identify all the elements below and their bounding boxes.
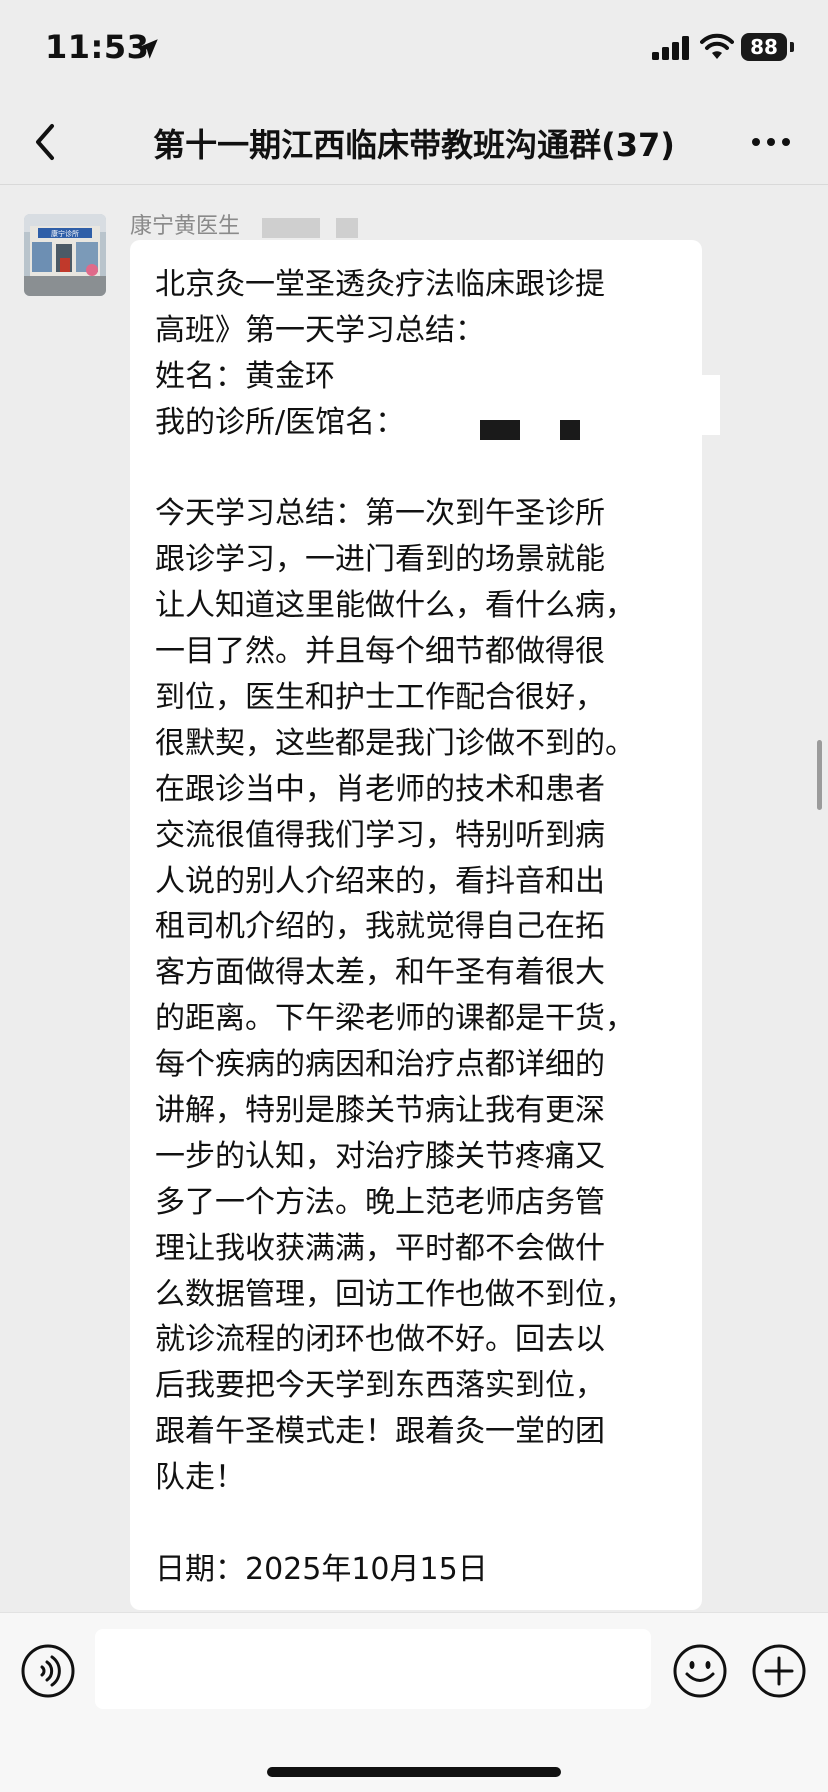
message-line: 一目了然。并且每个细节都做得很	[155, 634, 605, 670]
message-line: 么数据管理，回访工作也做不到位，	[155, 1276, 635, 1312]
message-line: 一步的认知，对治疗膝关节疼痛又	[155, 1138, 605, 1174]
message-line: 跟诊学习，一进门看到的场景就能	[155, 542, 605, 578]
redaction-ghost	[640, 375, 720, 435]
plus-icon[interactable]	[751, 1643, 807, 1699]
message-line: 跟着午圣模式走！跟着灸一堂的团	[155, 1414, 605, 1450]
message-line: 租司机介绍的，我就觉得自己在拓	[155, 909, 605, 945]
scroll-indicator[interactable]	[817, 740, 822, 810]
chat-screen: 11:53 88 第十一期江西临床带教班沟通群(37) 康宁诊所 康宁黄医生 北…	[0, 0, 828, 1792]
message-line: 日期：2025年10月15日	[155, 1551, 488, 1587]
message-line: 的距离。下午梁老师的课都是干货，	[155, 1001, 635, 1037]
message-line: 每个疾病的病因和治疗点都详细的	[155, 1047, 605, 1083]
message-line: 很默契，这些都是我门诊做不到的。	[155, 725, 635, 761]
message-line: 队走！	[155, 1460, 245, 1496]
signal-icon	[652, 36, 689, 60]
message-line: 在跟诊当中，肖老师的技术和患者	[155, 771, 605, 807]
message-line: 高班》第一天学习总结：	[155, 312, 485, 348]
message-line: 今天学习总结：第一次到午圣诊所	[155, 496, 605, 532]
message-input[interactable]	[95, 1629, 651, 1709]
nav-bar: 第十一期江西临床带教班沟通群(37)	[0, 100, 828, 185]
message-line: 交流很值得我们学习，特别听到病	[155, 817, 605, 853]
location-arrow-icon	[138, 39, 158, 59]
redaction-mark	[560, 420, 580, 440]
sender-name: 康宁黄医生	[130, 214, 241, 239]
redacted-blur	[262, 218, 320, 238]
message-line	[155, 1501, 680, 1547]
message-line: 我的诊所/医馆名：	[155, 404, 406, 440]
battery-icon: 88	[741, 33, 787, 61]
message-line: 姓名：黄金环	[155, 358, 335, 394]
message-line: 后我要把今天学到东西落实到位，	[155, 1368, 605, 1404]
home-indicator[interactable]	[267, 1767, 561, 1777]
avatar-sign-text: 康宁诊所	[51, 229, 79, 238]
status-bar: 11:53 88	[0, 0, 828, 100]
message-line: 客方面做得太差，和午圣有着很大	[155, 955, 605, 991]
voice-icon[interactable]	[20, 1643, 76, 1699]
emoji-icon[interactable]	[672, 1643, 728, 1699]
input-bar	[0, 1612, 828, 1792]
message-line	[155, 446, 680, 492]
more-dots-icon[interactable]	[746, 122, 796, 162]
wifi-icon	[700, 33, 734, 59]
message-line: 讲解，特别是膝关节病让我有更深	[155, 1093, 605, 1129]
battery-tip	[790, 42, 794, 52]
message-line: 理让我收获满满，平时都不会做什	[155, 1230, 605, 1266]
message-bubble[interactable]: 北京灸一堂圣透灸疗法临床跟诊提 高班》第一天学习总结： 姓名：黄金环 我的诊所/…	[130, 240, 702, 1610]
status-time: 11:53	[45, 28, 150, 66]
back-button[interactable]	[22, 114, 72, 170]
redacted-blur	[336, 218, 358, 238]
message-line: 北京灸一堂圣透灸疗法临床跟诊提	[155, 267, 605, 302]
redaction-mark	[480, 420, 520, 440]
message-line: 就诊流程的闭环也做不好。回去以	[155, 1322, 605, 1358]
message-line: 人说的别人介绍来的，看抖音和出	[155, 863, 605, 899]
message-line: 多了一个方法。晚上范老师店务管	[155, 1184, 605, 1220]
message-line: 到位，医生和护士工作配合很好，	[155, 680, 605, 716]
avatar[interactable]: 康宁诊所	[24, 214, 106, 296]
chat-title: 第十一期江西临床带教班沟通群(37)	[153, 126, 675, 164]
message-line: 让人知道这里能做什么，看什么病，	[155, 588, 635, 624]
